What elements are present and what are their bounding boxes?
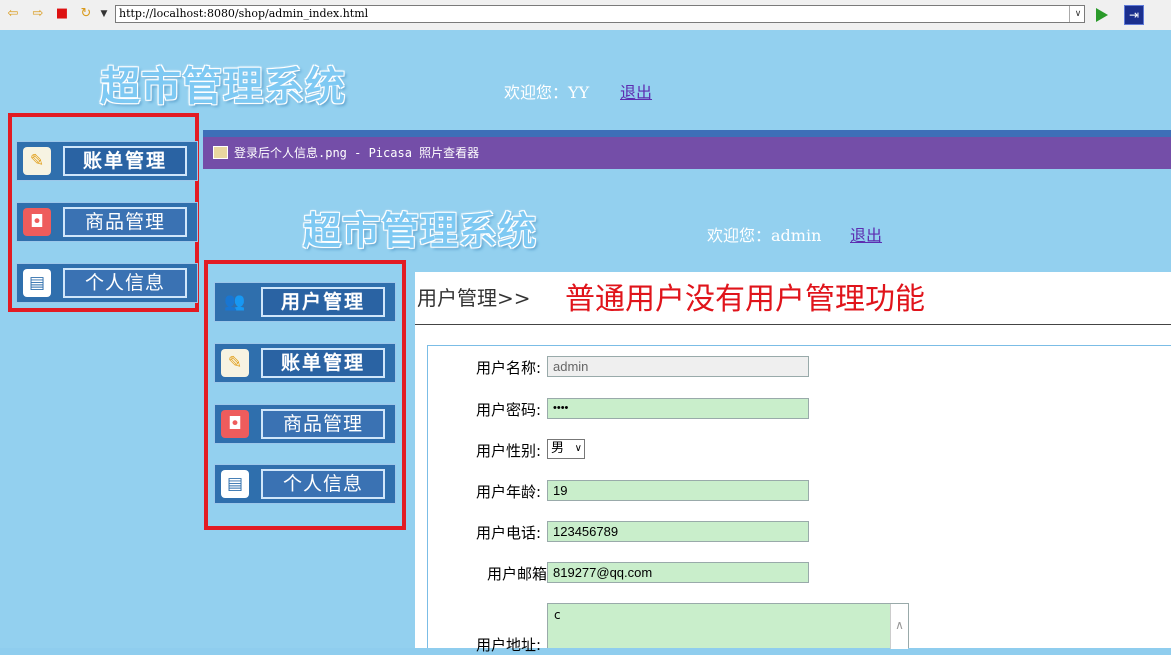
id-card-icon: ▤: [23, 269, 51, 297]
menu-item-products[interactable]: ◘ 商品管理: [16, 202, 198, 242]
notepad-icon: ✎: [23, 147, 51, 175]
menu-item-label: 商品管理: [261, 409, 385, 439]
refresh-icon[interactable]: ↻: [79, 7, 93, 21]
id-card-icon: ▤: [221, 470, 249, 498]
age-field[interactable]: 19: [547, 480, 809, 501]
image-icon: [213, 146, 228, 159]
menu-item-label: 商品管理: [63, 207, 187, 237]
gender-select[interactable]: 男 ∨: [547, 439, 585, 459]
menu-item-profile[interactable]: ▤ 个人信息: [16, 263, 198, 303]
dropdown-icon[interactable]: ▼: [97, 7, 111, 21]
username-field[interactable]: admin: [547, 356, 809, 377]
highlight-box-menu: ✎ 账单管理 ◘ 商品管理 ▤ 个人信息: [8, 113, 199, 312]
menu-item-users[interactable]: 👥 用户管理: [214, 282, 396, 322]
window-title: 登录后个人信息.png - Picasa 照片查看器: [234, 146, 480, 160]
menu-item-label: 用户管理: [261, 287, 385, 317]
chevron-down-icon[interactable]: ∨: [1069, 6, 1086, 22]
address-label: 用户地址:: [475, 636, 541, 654]
password-label: 用户密码:: [475, 401, 541, 419]
site-logo: 超市管理系统: [303, 209, 538, 253]
breadcrumb: 用户管理>>: [417, 286, 531, 310]
forward-arrow-icon[interactable]: ⇨: [31, 7, 45, 21]
shopping-bag-icon: ◘: [221, 410, 249, 438]
extension-icon[interactable]: ⇥: [1124, 5, 1144, 25]
logout-link[interactable]: 退出: [850, 222, 882, 246]
annotation-notice: 普通用户没有用户管理功能: [565, 282, 925, 317]
age-label: 用户年龄:: [475, 483, 541, 501]
email-label: 用户邮箱: [486, 565, 547, 583]
scrollbar[interactable]: ∧: [890, 604, 908, 649]
menu-item-label: 个人信息: [63, 268, 187, 298]
window-titlebar[interactable]: 登录后个人信息.png - Picasa 照片查看器: [203, 137, 1171, 169]
shopping-bag-icon: ◘: [23, 208, 51, 236]
stop-icon[interactable]: ■: [55, 7, 69, 21]
password-field[interactable]: ••••: [547, 398, 809, 419]
address-textarea[interactable]: c ∧: [547, 603, 909, 649]
browser-toolbar: ⇦ ⇨ ■ ↻ ▼ http://localhost:8080/shop/adm…: [0, 0, 1171, 31]
menu-item-profile[interactable]: ▤ 个人信息: [214, 464, 396, 504]
address-value: c: [554, 608, 561, 622]
users-icon: 👥: [224, 292, 246, 312]
chevron-down-icon: ∨: [574, 443, 582, 454]
notepad-icon: ✎: [221, 349, 249, 377]
menu-item-bills[interactable]: ✎ 账单管理: [16, 141, 198, 181]
site-logo: 超市管理系统: [100, 64, 346, 110]
menu-item-bills[interactable]: ✎ 账单管理: [214, 343, 396, 383]
menu-item-label: 账单管理: [261, 348, 385, 378]
phone-field[interactable]: 123456789: [547, 521, 809, 542]
username-label: 用户名称:: [475, 359, 541, 377]
menu-item-label: 账单管理: [63, 146, 187, 176]
back-arrow-icon[interactable]: ⇦: [6, 7, 20, 21]
gender-value: 男: [551, 441, 565, 456]
go-arrow-icon[interactable]: [1096, 8, 1108, 22]
menu-item-products[interactable]: ◘ 商品管理: [214, 404, 396, 444]
gender-label: 用户性别:: [475, 442, 541, 460]
address-bar[interactable]: http://localhost:8080/shop/admin_index.h…: [115, 5, 1085, 23]
welcome-text: 欢迎您：admin: [707, 226, 822, 245]
menu-item-label: 个人信息: [261, 469, 385, 499]
welcome-text: 欢迎您：YY: [504, 83, 590, 102]
email-field[interactable]: 819277@qq.com: [547, 562, 809, 583]
content-header: 用户管理>> 普通用户没有用户管理功能: [415, 272, 1171, 326]
phone-label: 用户电话:: [475, 524, 541, 542]
window-edge: [203, 130, 1171, 137]
logout-link[interactable]: 退出: [620, 79, 652, 103]
highlight-box-menu: 👥 用户管理 ✎ 账单管理 ◘ 商品管理 ▤ 个人信息: [204, 260, 406, 530]
